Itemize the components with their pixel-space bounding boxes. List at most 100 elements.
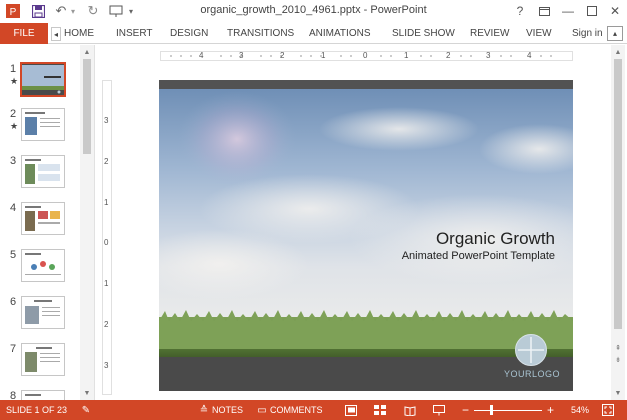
zoom-out-button[interactable]: −: [462, 400, 469, 420]
ribbon-tabs: FILE ◂ HOME INSERT DESIGN TRANSITIONS AN…: [0, 23, 627, 44]
zoom-level[interactable]: 54%: [571, 400, 589, 420]
ruler-label: 4: [199, 51, 204, 60]
tab-view[interactable]: VIEW: [526, 23, 552, 44]
thumbnail-slide-2[interactable]: 2 ★: [0, 108, 80, 148]
thumbnail-number: 2: [10, 108, 17, 120]
reading-view-icon[interactable]: [404, 404, 416, 416]
ruler-label: 3: [104, 361, 109, 370]
zoom-slider-handle[interactable]: [490, 405, 493, 415]
slideshow-icon[interactable]: [433, 404, 445, 416]
ruler-label: 3: [239, 51, 244, 60]
thumbnail-slide-6[interactable]: 6: [0, 296, 80, 336]
vertical-ruler: 3 2 1 0 1 2 3: [102, 80, 112, 395]
sign-in-link[interactable]: Sign in: [572, 23, 603, 44]
thumbnail-scrollbar[interactable]: ▲ ▼: [80, 45, 94, 400]
notes-icon[interactable]: ≙: [198, 404, 210, 416]
thumbnail-number: 4: [10, 202, 17, 214]
slide-thumbnail-pane: 1 ★ 2 ★ 3 4 5 6 7 8 ▲ ▼: [0, 45, 95, 400]
thumbnail-number: 5: [10, 249, 17, 261]
maximize-icon[interactable]: [581, 2, 603, 20]
ruler-label: 3: [486, 51, 491, 60]
ruler-label: 2: [104, 157, 109, 166]
zoom-in-button[interactable]: +: [547, 400, 554, 420]
thumbnail-slide-8[interactable]: 8: [0, 390, 80, 400]
ruler-label: 2: [446, 51, 451, 60]
thumbnail-preview: [21, 343, 65, 376]
logo-text: YOURLOGO: [504, 369, 561, 379]
thumbnail-number: 7: [10, 343, 17, 355]
tab-transitions[interactable]: TRANSITIONS: [227, 23, 294, 44]
scroll-down-icon[interactable]: ▼: [82, 388, 92, 398]
comments-icon[interactable]: ▭: [256, 404, 268, 416]
thumbnail-slide-3[interactable]: 3: [0, 155, 80, 195]
notes-button[interactable]: NOTES: [212, 400, 243, 420]
grass-band: [159, 310, 573, 357]
thumbnail-slide-7[interactable]: 7: [0, 343, 80, 383]
animation-star-icon: ★: [10, 76, 19, 86]
tab-animations[interactable]: ANIMATIONS: [309, 23, 370, 44]
ruler-label: 1: [104, 279, 109, 288]
status-bar: SLIDE 1 OF 23 ✎ ≙ NOTES ▭ COMMENTS − + 5…: [0, 400, 627, 420]
tab-scroll-left-icon[interactable]: ◂: [51, 27, 61, 41]
slide-scrollbar[interactable]: ▲ ⇞ ⇟ ▼: [611, 45, 625, 400]
thumbnail-preview: [21, 390, 65, 400]
thumbnail-number: 1: [10, 63, 17, 75]
tab-design[interactable]: DESIGN: [170, 23, 208, 44]
slide-canvas[interactable]: Organic Growth Animated PowerPoint Templ…: [159, 80, 573, 391]
ruler-label: 2: [280, 51, 285, 60]
title-bar: P ↶ ▾ ↻ ▾ organic_growth_2010_4961.pptx …: [0, 0, 627, 23]
slide-counter: SLIDE 1 OF 23: [6, 405, 68, 415]
ruler-label: 1: [321, 51, 326, 60]
thumbnail-slide-1[interactable]: 1 ★: [0, 62, 80, 103]
thumbnail-number: 3: [10, 155, 17, 167]
sky-background: Organic Growth Animated PowerPoint Templ…: [159, 89, 573, 317]
thumbnail-slide-4[interactable]: 4: [0, 202, 80, 242]
ruler-label: 2: [104, 320, 109, 329]
next-slide-icon[interactable]: ⇟: [613, 355, 623, 365]
tab-review[interactable]: REVIEW: [470, 23, 509, 44]
spellcheck-icon[interactable]: ✎: [80, 404, 92, 416]
thumbnail-preview: [21, 296, 65, 329]
thumbnail-number: 8: [10, 390, 17, 400]
thumbnail-number: 6: [10, 296, 17, 308]
thumbnail-preview: [21, 202, 65, 235]
comments-button[interactable]: COMMENTS: [270, 400, 323, 420]
minimize-icon[interactable]: —: [557, 2, 579, 20]
animation-star-icon: ★: [10, 121, 19, 131]
restore-icon[interactable]: [533, 2, 555, 20]
zoom-slider-track[interactable]: [474, 410, 542, 411]
ruler-label: 1: [104, 198, 109, 207]
close-icon[interactable]: ✕: [604, 2, 626, 20]
tab-home[interactable]: HOME: [64, 23, 94, 44]
thumbnail-preview: [21, 155, 65, 188]
scroll-up-icon[interactable]: ▲: [613, 47, 623, 57]
slide-editing-area: 4 3 2 1 0 1 2 3 4 3 2 1 0 1 2 3 Organic …: [96, 45, 627, 400]
help-icon[interactable]: ?: [509, 2, 531, 20]
fit-slide-icon[interactable]: [602, 404, 614, 416]
ruler-label: 0: [104, 238, 109, 247]
ribbon-display-icon[interactable]: ▴: [607, 26, 623, 41]
ruler-label: 1: [404, 51, 409, 60]
tab-insert[interactable]: INSERT: [116, 23, 153, 44]
ruler-label: 4: [527, 51, 532, 60]
powerpoint-window: P ↶ ▾ ↻ ▾ organic_growth_2010_4961.pptx …: [0, 0, 627, 420]
file-tab[interactable]: FILE: [0, 23, 48, 44]
slide-sorter-icon[interactable]: [374, 404, 386, 416]
thumbnail-preview: [20, 62, 66, 97]
tab-slide-show[interactable]: SLIDE SHOW: [392, 23, 455, 44]
scrollbar-thumb[interactable]: [83, 59, 91, 154]
scrollbar-thumb[interactable]: [614, 59, 622, 329]
previous-slide-icon[interactable]: ⇞: [613, 343, 623, 353]
slide-title-text[interactable]: Organic Growth: [359, 229, 555, 249]
scroll-down-icon[interactable]: ▼: [613, 388, 623, 398]
slide-subtitle-text[interactable]: Animated PowerPoint Template: [309, 250, 555, 262]
normal-view-icon[interactable]: [345, 404, 357, 416]
slide-top-band: [159, 80, 573, 89]
grass-blades: [159, 310, 573, 349]
horizontal-ruler: 4 3 2 1 0 1 2 3 4: [160, 51, 573, 61]
logo-icon: [515, 334, 547, 366]
thumbnail-preview: [21, 108, 65, 141]
thumbnail-slide-5[interactable]: 5: [0, 249, 80, 289]
cloud-layer: [159, 91, 573, 299]
scroll-up-icon[interactable]: ▲: [82, 47, 92, 57]
